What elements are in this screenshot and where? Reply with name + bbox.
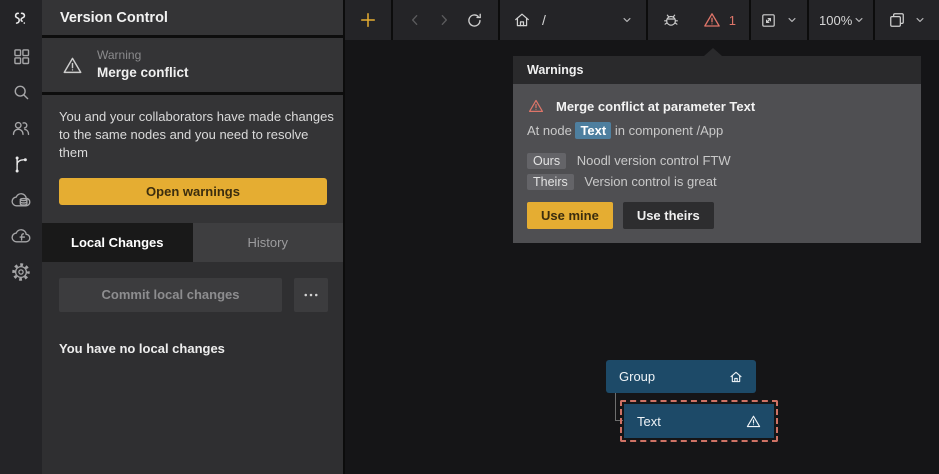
chevron-down-icon — [913, 13, 927, 27]
conflict-description-section: You and your collaborators have made cha… — [42, 95, 343, 223]
component-path-dropdown[interactable]: / — [500, 0, 646, 40]
frames-icon — [887, 10, 907, 30]
warning-location: At node Text in component /App — [527, 123, 907, 138]
commit-row: Commit local changes — [59, 278, 328, 312]
location-prefix: At node — [527, 123, 572, 138]
theirs-badge: Theirs — [527, 174, 574, 190]
panel-title: Version Control — [42, 0, 343, 38]
frames-dropdown[interactable] — [875, 0, 939, 40]
cloud-services-icon[interactable] — [7, 187, 35, 213]
node-label: Text — [637, 414, 745, 429]
warning-title: Merge conflict — [97, 64, 189, 82]
popup-warning-title: Merge conflict at parameter Text — [556, 99, 755, 114]
version-control-panel: Version Control Warning Merge conflict Y… — [42, 0, 343, 474]
text-node[interactable]: Text — [624, 404, 774, 438]
tab-history[interactable]: History — [193, 223, 344, 262]
chevron-right-icon — [436, 12, 452, 28]
home-icon — [728, 369, 744, 385]
popup-body: Merge conflict at parameter Text At node… — [513, 84, 921, 243]
chevron-down-icon — [852, 13, 866, 27]
theirs-row: Theirs Version control is great — [527, 174, 907, 189]
components-grid-icon[interactable] — [7, 43, 35, 69]
warning-triangle-icon — [745, 413, 762, 430]
node-label: Group — [619, 369, 728, 384]
theirs-value: Version control is great — [584, 174, 716, 189]
top-toolbar: / 1 — [343, 0, 939, 40]
zoom-level-dropdown[interactable]: 100% — [809, 0, 873, 40]
warnings-popup: Warnings Merge conflict at parameter Tex… — [513, 56, 921, 243]
search-icon[interactable] — [7, 79, 35, 105]
ours-value: Noodl version control FTW — [577, 153, 731, 168]
ours-badge: Ours — [527, 153, 566, 169]
warning-count: 1 — [729, 13, 736, 28]
chevron-left-icon — [407, 12, 423, 28]
open-warnings-button[interactable]: Open warnings — [59, 178, 327, 205]
debug-button[interactable] — [661, 10, 681, 30]
more-options-icon — [302, 286, 320, 304]
panel-tabs: Local Changes History — [42, 223, 343, 262]
settings-gear-icon[interactable] — [7, 259, 35, 285]
tab-local-changes[interactable]: Local Changes — [42, 223, 193, 262]
node-name-badge[interactable]: Text — [575, 122, 611, 139]
cloud-functions-icon[interactable] — [7, 223, 35, 249]
no-local-changes-message: You have no local changes — [59, 341, 328, 356]
chevron-down-icon — [620, 13, 634, 27]
warning-triangle-icon — [527, 97, 545, 115]
zoom-level: 100% — [819, 13, 852, 28]
noodl-logo-icon[interactable] — [7, 7, 35, 33]
warning-triangle-icon — [702, 10, 722, 30]
warning-kind-label: Warning — [97, 48, 189, 64]
popup-caret — [704, 48, 722, 56]
noodl-editor-window: Version Control Warning Merge conflict Y… — [0, 0, 939, 474]
location-suffix: in component /App — [615, 123, 723, 138]
text-node-conflict-outline[interactable]: Text — [620, 400, 778, 442]
commit-local-changes-button[interactable]: Commit local changes — [59, 278, 282, 312]
warning-icon — [61, 54, 84, 77]
refresh-button[interactable] — [465, 11, 484, 30]
component-path: / — [542, 12, 546, 28]
left-icon-rail — [0, 0, 42, 474]
chevron-down-icon — [785, 13, 799, 27]
home-icon — [512, 10, 532, 30]
collaborators-icon[interactable] — [7, 115, 35, 141]
navigate-forward-button[interactable] — [436, 12, 452, 28]
group-node[interactable]: Group — [606, 360, 756, 393]
add-node-button[interactable] — [358, 10, 378, 30]
popup-title: Warnings — [513, 56, 921, 84]
warning-summary[interactable]: Warning Merge conflict — [42, 38, 343, 95]
refresh-icon — [465, 11, 484, 30]
conflict-description: You and your collaborators have made cha… — [59, 108, 335, 163]
ours-row: Ours Noodl version control FTW — [527, 153, 907, 168]
use-theirs-button[interactable]: Use theirs — [623, 202, 714, 229]
use-mine-button[interactable]: Use mine — [527, 202, 613, 229]
preview-size-dropdown[interactable] — [751, 0, 807, 40]
expand-icon — [759, 11, 778, 30]
local-changes-content: Commit local changes You have no local c… — [42, 262, 343, 474]
add-icon — [358, 10, 378, 30]
bug-icon — [661, 10, 681, 30]
version-control-branch-icon[interactable] — [7, 151, 35, 177]
navigate-back-button[interactable] — [407, 12, 423, 28]
warnings-button[interactable]: 1 — [702, 10, 736, 30]
more-options-button[interactable] — [294, 278, 328, 312]
